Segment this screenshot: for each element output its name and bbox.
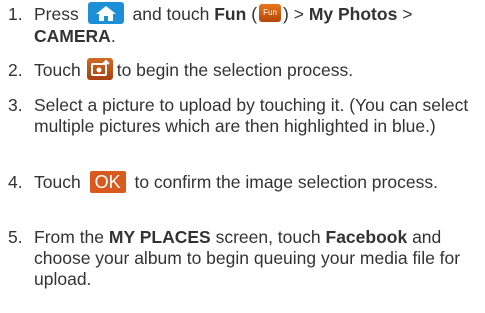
- paren-open: (: [251, 4, 258, 24]
- camera-label: CAMERA: [34, 26, 111, 47]
- step-text: and touch: [132, 4, 210, 24]
- step-text: Select a picture to upload by touching i…: [34, 95, 469, 136]
- step-text: to confirm the image selection process.: [134, 172, 438, 192]
- step-number: 2.: [8, 60, 23, 80]
- instruction-list: 1. Press and touch Fun (Fun) > My Photos…: [0, 0, 485, 313]
- step-text: .: [110, 26, 116, 47]
- fun-label: Fun: [214, 4, 247, 24]
- fun-icon: Fun: [259, 4, 282, 23]
- home-icon: [87, 2, 124, 25]
- step-body: Touch to begin the selection process.: [34, 58, 479, 82]
- upload-icon: [86, 58, 113, 81]
- step-1: 1. Press and touch Fun (Fun) > My Photos…: [8, 2, 479, 47]
- step-text: Touch: [34, 172, 81, 192]
- step-number: 3.: [8, 95, 23, 115]
- step-body: Press and touch Fun (Fun) > My Photos > …: [34, 2, 479, 47]
- separator: >: [293, 4, 304, 24]
- step-3: 3. Select a picture to upload by touchin…: [8, 95, 479, 137]
- step-4: 4. Touch OK to confirm the image selecti…: [8, 171, 479, 194]
- my-photos-label: My Photos: [308, 4, 398, 24]
- step-5: 5. From the MY PLACES screen, touch Face…: [8, 227, 479, 290]
- step-text: screen, touch: [215, 227, 321, 247]
- paren-close: ): [283, 4, 289, 24]
- ok-button: OK: [89, 171, 126, 194]
- step-body: From the MY PLACES screen, touch Faceboo…: [34, 227, 479, 290]
- my-places-label: MY PLACES: [108, 227, 211, 247]
- facebook-label: Facebook: [325, 227, 408, 247]
- step-number: 5.: [8, 227, 23, 247]
- separator: >: [402, 4, 413, 24]
- step-number: 4.: [8, 172, 23, 192]
- step-2: 2. Touch to begin the selection process.: [8, 58, 479, 82]
- step-text: From the: [34, 227, 105, 247]
- step-number: 1.: [8, 4, 23, 24]
- step-text: Press: [34, 4, 79, 24]
- step-body: Touch OK to confirm the image selection …: [34, 171, 479, 194]
- step-text: to begin the selection process.: [116, 60, 354, 80]
- step-text: Touch: [34, 60, 81, 80]
